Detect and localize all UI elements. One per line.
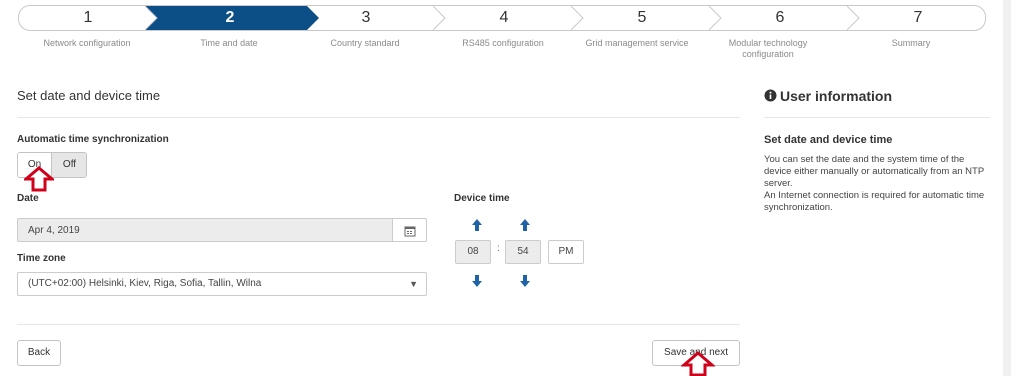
info-subtitle: Set date and device time xyxy=(764,134,893,146)
step-5-label: Grid management service xyxy=(585,38,689,48)
date-picker-button[interactable] xyxy=(393,218,427,242)
step-6-label: Modular technology configuration xyxy=(728,38,808,59)
caret-down-icon: ▼ xyxy=(409,279,418,289)
page-title: Set date and device time xyxy=(17,88,161,103)
user-info-title: User information xyxy=(764,88,892,104)
timezone-value: (UTC+02:00) Helsinki, Kiev, Riga, Sofia,… xyxy=(28,278,262,289)
auto-sync-label: Automatic time synchronization xyxy=(17,134,169,145)
step-7-label: Summary xyxy=(891,38,931,48)
hour-input[interactable]: 08 xyxy=(455,240,491,264)
step-4-label: RS485 configuration xyxy=(462,38,544,48)
step-3-label: Country standard xyxy=(330,38,400,48)
info-divider xyxy=(764,117,990,118)
step-2-label: Time and date xyxy=(200,38,258,48)
hour-up-arrow-icon[interactable] xyxy=(467,217,487,233)
minute-up-arrow-icon[interactable] xyxy=(515,217,535,233)
step-5-number[interactable]: 5 xyxy=(573,6,711,30)
step-1-number[interactable]: 1 xyxy=(19,6,157,30)
date-label: Date xyxy=(17,193,39,204)
date-input[interactable]: Apr 4, 2019 xyxy=(17,218,393,242)
title-divider xyxy=(17,117,740,118)
info-description: You can set the date and the system time… xyxy=(764,154,985,213)
wizard-stepper: 1 2 3 4 5 6 7 xyxy=(18,5,986,31)
step-2-number[interactable]: 2 xyxy=(161,6,299,30)
step-7-number[interactable]: 7 xyxy=(849,6,985,30)
back-button[interactable]: Back xyxy=(17,340,61,366)
ampm-toggle-button[interactable]: PM xyxy=(548,240,584,264)
device-time-label: Device time xyxy=(454,193,510,204)
calendar-icon xyxy=(404,226,416,237)
info-circle-icon xyxy=(764,89,777,102)
annotation-arrow-up-icon xyxy=(681,351,715,376)
auto-sync-off-option[interactable]: Off xyxy=(51,153,86,177)
minute-input[interactable]: 54 xyxy=(505,240,541,264)
step-4-number[interactable]: 4 xyxy=(435,6,573,30)
timezone-label: Time zone xyxy=(17,253,66,264)
scrollbar-track[interactable] xyxy=(1003,0,1011,376)
hour-down-arrow-icon[interactable] xyxy=(467,273,487,289)
minute-down-arrow-icon[interactable] xyxy=(515,273,535,289)
step-6-number[interactable]: 6 xyxy=(711,6,849,30)
time-separator: : xyxy=(497,243,500,254)
step-1-label: Network configuration xyxy=(43,38,131,48)
footer-divider xyxy=(17,324,740,325)
timezone-select[interactable]: (UTC+02:00) Helsinki, Kiev, Riga, Sofia,… xyxy=(17,272,427,296)
step-3-number[interactable]: 3 xyxy=(297,6,435,30)
user-info-title-text: User information xyxy=(780,88,893,104)
annotation-arrow-up-icon xyxy=(24,166,54,192)
